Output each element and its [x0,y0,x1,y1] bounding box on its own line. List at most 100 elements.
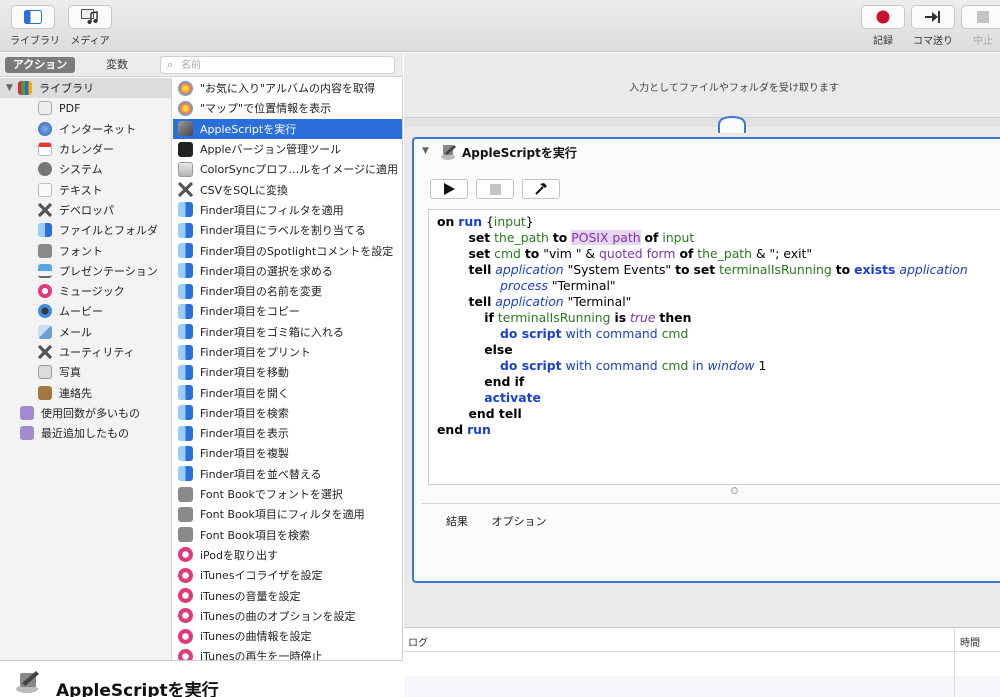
library-item-photos[interactable]: 写真 [0,362,171,382]
library-item-system[interactable]: システム [0,159,171,179]
action-item[interactable]: iTunesの曲のオプションを設定 [173,606,402,626]
library-item-music[interactable]: ミュージック [0,281,171,301]
finder-icon [178,364,193,380]
photos-icon [178,80,193,96]
itunes-icon [178,628,193,644]
action-item[interactable]: "お気に入り"アルバムの内容を取得 [173,78,402,98]
action-item-label: Finder項目の選択を求める [200,264,333,278]
library-item-developer[interactable]: デベロッパ [0,200,171,220]
action-item[interactable]: Finder項目をコピー [173,301,402,321]
log-column-header[interactable]: ログ [408,634,428,649]
action-item-label: Finder項目をプリント [200,346,311,359]
time-column-header[interactable]: 時間 [960,634,980,649]
finder-icon [178,405,193,421]
action-item[interactable]: iTunesの曲情報を設定 [173,626,402,646]
itunes-icon [178,588,193,604]
action-item[interactable]: Font Bookでフォントを選択 [173,484,402,504]
action-item[interactable]: Finder項目の選択を求める [173,261,402,281]
action-item[interactable]: Finder項目を開く [173,382,402,402]
action-item[interactable]: Font Book項目を検索 [173,525,402,545]
action-item[interactable]: Finder項目にラベルを割り当てる [173,220,402,240]
media-button[interactable]: メディア [67,5,113,47]
utilities-icon [38,345,52,359]
workflow-strip [404,117,1000,127]
library-item-movies[interactable]: ムービー [0,301,171,321]
search-icon: ⌕ [167,58,174,71]
stop-script-button[interactable] [476,179,514,199]
action-item[interactable]: ColorSyncプロフ…ルをイメージに適用 [173,159,402,179]
collapse-triangle-icon[interactable]: ▼ [422,146,429,156]
library-item-text[interactable]: テキスト [0,179,171,199]
action-item-label: iTunesイコライザを設定 [200,569,323,583]
compile-script-button[interactable] [522,179,560,199]
action-item[interactable]: iPodを取り出す [173,545,402,565]
log-column-divider[interactable] [954,628,955,697]
card-divider [422,503,1000,504]
action-item[interactable]: CSVをSQLに変換 [173,179,402,199]
action-item[interactable]: iTunesの再生を一時停止 [173,646,402,660]
action-item-label: Font Book項目を検索 [200,528,310,542]
action-item[interactable]: Finder項目を複製 [173,443,402,463]
action-item-label: iTunesの曲情報を設定 [200,630,312,644]
action-item[interactable]: Finder項目の名前を変更 [173,281,402,301]
search-input[interactable] [181,58,381,72]
library-button[interactable]: ライブラリ [10,5,60,47]
library-item-mail[interactable]: メール [0,322,171,342]
action-item-label: Finder項目のSpotlightコメントを設定 [200,244,394,258]
font-book-icon [178,486,193,502]
action-item[interactable]: Finder項目を移動 [173,362,402,382]
action-item[interactable]: Appleバージョン管理ツール [173,139,402,159]
editor-resize-handle[interactable] [731,487,738,494]
action-list: "お気に入り"アルバムの内容を取得 "マップ"で位置情報を表示 AppleScrip… [173,78,403,660]
action-item-label: Finder項目を並べ替える [200,467,322,481]
action-item[interactable]: Finder項目をゴミ箱に入れる [173,322,402,342]
tab-actions[interactable]: アクション [5,57,75,73]
library-item-fonts[interactable]: フォント [0,240,171,260]
run-script-button[interactable] [430,179,468,199]
itunes-icon [178,567,193,583]
tab-variables[interactable]: 変数 [80,57,154,73]
library-item-internet[interactable]: インターネット [0,119,171,139]
smart-group-recently-added[interactable]: 最近追加したもの [0,423,171,443]
action-item[interactable]: Finder項目を並べ替える [173,464,402,484]
library-item-utilities[interactable]: ユーティリティ [0,342,171,362]
library-books-icon [18,81,32,96]
quicktime-icon [38,304,52,319]
action-item[interactable]: Finder項目を検索 [173,403,402,423]
action-item-label: Appleバージョン管理ツール [200,143,342,157]
library-list: ▼ ライブラリ PDF インターネット カレンダー システム テキスト デベロッ… [0,78,172,660]
action-item[interactable]: "マップ"で位置情報を表示 [173,98,402,118]
action-description: AppleScriptを実行 [0,660,403,697]
library-item-files-folders[interactable]: ファイルとフォルダ [0,220,171,240]
library-item-presentation[interactable]: プレゼンテーション [0,261,171,281]
library-item-pdf[interactable]: PDF [0,98,171,118]
font-book-icon [178,527,193,543]
step-button[interactable]: コマ送り [910,5,956,47]
record-button[interactable]: 記録 [860,5,906,47]
tab-results[interactable]: 結果 [446,515,468,528]
action-item-label: Font Book項目にフィルタを適用 [200,508,365,522]
description-title: AppleScriptを実行 [56,681,219,697]
action-item[interactable]: Finder項目をプリント [173,342,402,362]
stop-button[interactable]: 中止 [960,5,1000,47]
action-item[interactable]: iTunesイコライザを設定 [173,565,402,585]
action-item[interactable]: Finder項目にフィルタを適用 [173,200,402,220]
action-item[interactable]: AppleScriptを実行 [173,118,402,139]
script-editor[interactable]: on run {input} set the_path to POSIX pat… [428,209,1000,485]
applescript-action-card[interactable]: ▼ AppleScriptを実行 on run {input} set the_… [412,137,1000,583]
library-item-contacts[interactable]: 連絡先 [0,382,171,402]
library-item-calendar[interactable]: カレンダー [0,139,171,159]
action-item[interactable]: Finder項目のSpotlightコメントを設定 [173,240,402,260]
finder-icon [178,324,193,340]
finder-icon [178,263,193,279]
disclosure-triangle-icon[interactable]: ▼ [6,83,18,93]
action-item[interactable]: Finder項目を表示 [173,423,402,443]
action-item-label: Finder項目を複製 [200,447,289,461]
action-item-label: Finder項目を表示 [200,427,289,441]
smart-group-most-used[interactable]: 使用回数が多いもの [0,403,171,423]
tab-options[interactable]: オプション [492,515,547,528]
action-item[interactable]: iTunesの音量を設定 [173,585,402,605]
play-icon [444,183,455,195]
action-item[interactable]: Font Book項目にフィルタを適用 [173,504,402,524]
library-root[interactable]: ▼ ライブラリ [0,78,171,99]
